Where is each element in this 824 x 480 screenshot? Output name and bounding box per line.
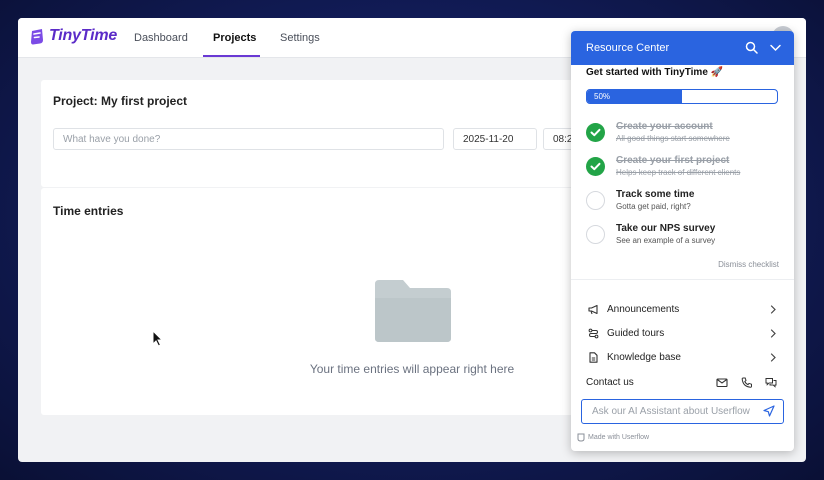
resource-center-title: Resource Center	[586, 42, 670, 54]
task-title: Track some time	[616, 189, 695, 200]
route-icon	[588, 328, 599, 339]
date-input[interactable]: 2025-11-20	[453, 128, 537, 150]
task-title: Take our NPS survey	[616, 223, 716, 234]
active-tab-indicator	[203, 55, 260, 57]
checklist-task-track-time[interactable]: Track some time Gotta get paid, right?	[586, 189, 781, 217]
check-icon	[586, 157, 605, 176]
logo-text: TinyTime	[49, 27, 118, 44]
chevron-down-icon[interactable]	[769, 41, 782, 54]
check-icon	[586, 123, 605, 142]
phone-icon[interactable]	[741, 377, 753, 388]
nav-tab-settings[interactable]: Settings	[280, 32, 320, 44]
menu-item-guided-tours[interactable]: Guided tours	[586, 327, 779, 343]
checklist-task-create-project[interactable]: Create your first project Helps keep tra…	[586, 155, 781, 183]
empty-circle-icon	[586, 225, 605, 244]
task-description: Helps keep track of different clients	[616, 168, 741, 177]
menu-item-label: Knowledge base	[607, 352, 681, 363]
empty-state-message: Your time entries will appear right here	[309, 362, 515, 376]
progress-label: 50%	[594, 92, 611, 101]
task-description: All good things start somewhere	[616, 134, 730, 143]
menu-item-announcements[interactable]: Announcements	[586, 303, 779, 319]
page-title: Project: My first project	[53, 94, 188, 108]
made-with-userflow[interactable]: Made with Userflow	[588, 434, 649, 441]
send-icon[interactable]	[763, 405, 775, 417]
logo-icon	[31, 28, 43, 44]
empty-circle-icon	[586, 191, 605, 210]
chat-icon[interactable]	[765, 377, 777, 388]
userflow-logo-icon	[577, 433, 585, 442]
chevron-right-icon	[770, 353, 776, 362]
folder-icon	[375, 280, 451, 342]
task-title: Create your account	[616, 121, 713, 132]
checklist-task-nps-survey[interactable]: Take our NPS survey See an example of a …	[586, 223, 781, 251]
checklist-progress-bar: 50%	[586, 89, 778, 104]
mouse-cursor-icon	[152, 330, 163, 347]
menu-item-knowledge-base[interactable]: Knowledge base	[586, 351, 779, 367]
ai-assistant-input[interactable]: Ask our AI Assistant about Userflow	[581, 399, 784, 424]
chevron-right-icon	[770, 329, 776, 338]
checklist-title: Get started with TinyTime 🚀	[586, 67, 724, 78]
nav-tab-dashboard[interactable]: Dashboard	[134, 32, 188, 44]
entry-description-input[interactable]: What have you done?	[53, 128, 444, 150]
search-icon[interactable]	[745, 41, 758, 54]
resource-center-header: Resource Center	[571, 31, 794, 65]
dismiss-checklist-link[interactable]: Dismiss checklist	[718, 260, 779, 269]
resource-center-panel: Resource Center Get started with TinyTim…	[571, 31, 794, 451]
project-card: Project: My first project What have you …	[41, 80, 601, 187]
document-icon	[589, 352, 598, 363]
megaphone-icon	[588, 304, 598, 315]
task-description: See an example of a survey	[616, 236, 716, 245]
menu-item-label: Guided tours	[607, 328, 665, 339]
checklist-task-create-account[interactable]: Create your account All good things star…	[586, 121, 781, 149]
chevron-right-icon	[770, 305, 776, 314]
divider	[571, 279, 794, 280]
menu-item-label: Announcements	[607, 304, 680, 315]
mail-icon[interactable]	[716, 377, 728, 388]
section-title: Time entries	[53, 204, 124, 218]
nav-tab-projects[interactable]: Projects	[213, 32, 256, 44]
task-title: Create your first project	[616, 155, 730, 166]
time-entries-card: Time entries	[41, 188, 601, 415]
task-description: Gotta get paid, right?	[616, 202, 691, 211]
contact-us-label: Contact us	[586, 377, 634, 388]
logo[interactable]: TinyTime	[30, 27, 117, 45]
